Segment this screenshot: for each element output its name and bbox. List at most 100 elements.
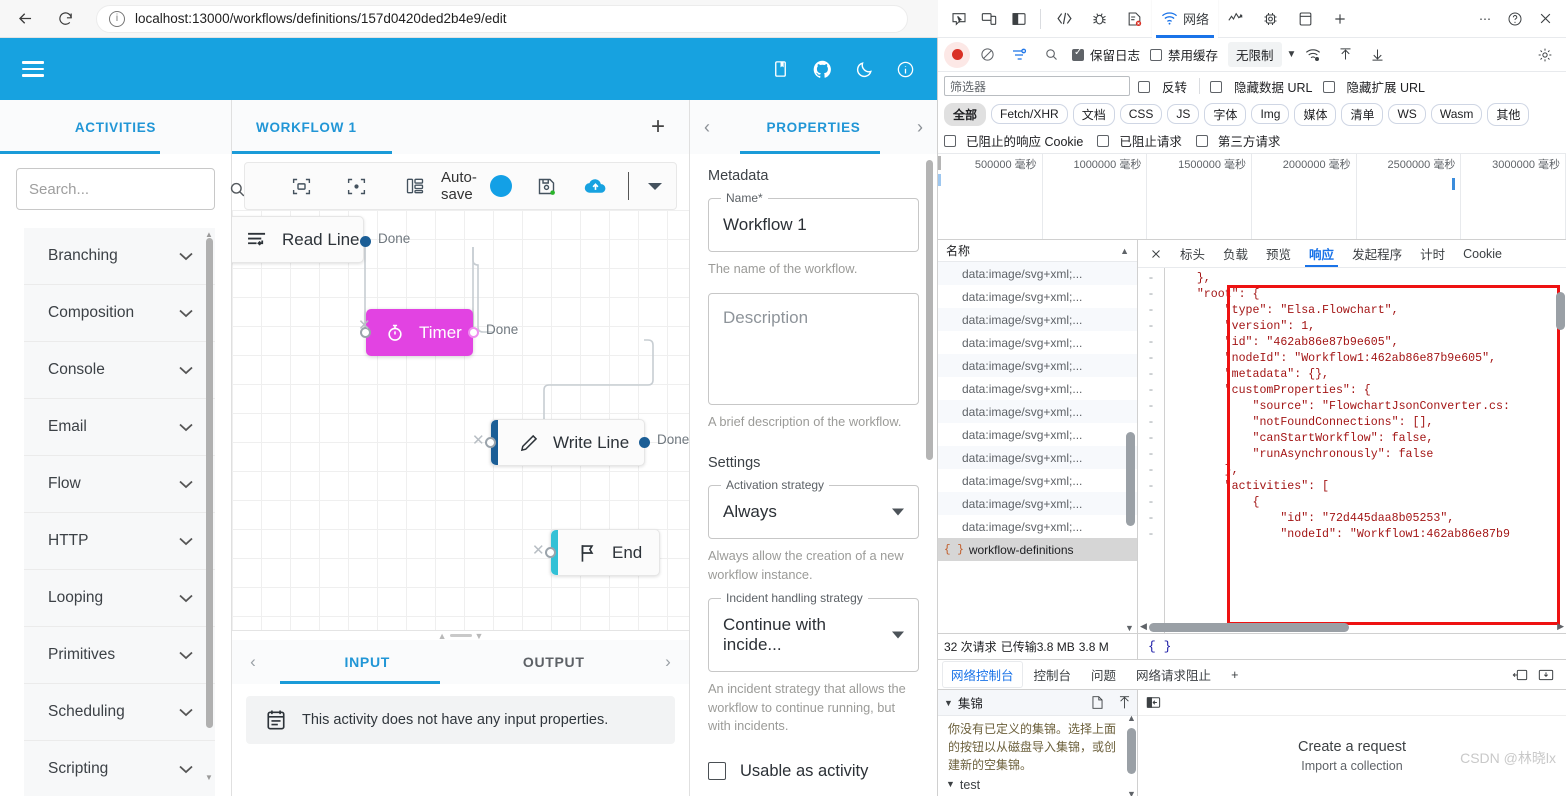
tab-network-console[interactable]: 网络控制台: [942, 661, 1023, 688]
fold-marker[interactable]: -: [1138, 495, 1164, 511]
fold-marker[interactable]: -: [1138, 367, 1164, 383]
scroll-right-arrow-icon[interactable]: ▶: [1555, 622, 1566, 632]
scroll-down-arrow-icon[interactable]: ▼: [1127, 789, 1136, 796]
scrollbar-thumb[interactable]: [1126, 432, 1135, 526]
json-vertical-scrollbar[interactable]: [1556, 270, 1565, 619]
filter-fetch-xhr[interactable]: Fetch/XHR: [991, 104, 1068, 124]
fold-marker[interactable]: -: [1138, 287, 1164, 303]
table-row[interactable]: data:image/svg+xml;...: [938, 285, 1137, 308]
collections-header[interactable]: ▼ 集锦: [938, 690, 1137, 716]
usable-as-activity-row[interactable]: Usable as activity: [708, 762, 919, 781]
import-collection-icon[interactable]: [1512, 668, 1528, 682]
response-json-viewer[interactable]: -- -- -- -- -- -- -- -- - }, "root": { "…: [1138, 268, 1566, 633]
reload-icon[interactable]: [50, 4, 80, 34]
tab-output[interactable]: OUTPUT: [461, 654, 648, 670]
table-row[interactable]: data:image/svg+xml;...: [938, 377, 1137, 400]
json-horizontal-scrollbar[interactable]: ◀ ▶: [1138, 621, 1566, 633]
sidebar-item-email[interactable]: Email: [24, 399, 215, 456]
grip-down-arrow[interactable]: ▼: [475, 631, 484, 641]
chevron-down-icon[interactable]: [648, 182, 662, 191]
description-placeholder[interactable]: Description: [709, 294, 918, 342]
triangle-down-icon[interactable]: ▼: [946, 779, 955, 789]
center-canvas-icon[interactable]: [346, 176, 367, 197]
filter-ws[interactable]: WS: [1388, 104, 1425, 124]
filter-manifest[interactable]: 清单: [1341, 103, 1383, 126]
disconnect-icon[interactable]: ✕: [358, 316, 371, 334]
tab-memory[interactable]: [1253, 0, 1288, 38]
workflow-canvas[interactable]: Read Line Done Timer ✕ Done: [232, 210, 689, 630]
node-end[interactable]: End: [550, 529, 660, 576]
export-har-icon[interactable]: [1362, 40, 1392, 70]
fold-marker[interactable]: -: [1138, 335, 1164, 351]
invert-checkbox[interactable]: [1138, 79, 1150, 93]
chevron-down-icon[interactable]: [179, 252, 193, 261]
filter-wasm[interactable]: Wasm: [1431, 104, 1483, 124]
port-out-write-line[interactable]: [639, 437, 650, 448]
tab-application[interactable]: [1288, 0, 1323, 38]
scroll-down-arrow-icon[interactable]: ▼: [1125, 623, 1134, 633]
add-panel-icon[interactable]: [1323, 0, 1357, 38]
save-disk-icon[interactable]: [536, 176, 557, 197]
chevron-down-icon[interactable]: [179, 651, 193, 660]
chevron-right-icon[interactable]: ›: [917, 117, 923, 138]
chevron-down-icon[interactable]: [892, 509, 904, 516]
address-bar[interactable]: i localhost:13000/workflows/definitions/…: [96, 5, 908, 33]
port-out-read-line[interactable]: [360, 236, 371, 247]
request-list-header[interactable]: 名称 ▲: [938, 240, 1137, 262]
inspect-element-icon[interactable]: [944, 4, 974, 34]
fold-marker[interactable]: -: [1138, 447, 1164, 463]
usable-as-activity-checkbox[interactable]: [708, 762, 726, 780]
help-circle-icon[interactable]: [1500, 4, 1530, 34]
tab-initiator[interactable]: 发起程序: [1344, 241, 1410, 266]
chevron-down-icon[interactable]: [892, 632, 904, 639]
tab-network[interactable]: 网络: [1152, 0, 1218, 38]
dock-side-icon[interactable]: [1004, 4, 1034, 34]
search-box[interactable]: [16, 168, 215, 210]
node-write-line[interactable]: Write Line: [490, 419, 645, 466]
fold-marker[interactable]: -: [1138, 511, 1164, 527]
hide-data-url-checkbox[interactable]: [1210, 79, 1222, 93]
hamburger-menu-icon[interactable]: [22, 61, 44, 76]
table-row[interactable]: data:image/svg+xml;...: [938, 446, 1137, 469]
panel-resize-grip[interactable]: ▲ ▼: [232, 631, 689, 640]
sidebar-item-console[interactable]: Console: [24, 342, 215, 399]
tab-activities[interactable]: ACTIVITIES: [0, 100, 231, 154]
fold-marker[interactable]: -: [1138, 271, 1164, 287]
chevron-down-icon[interactable]: [179, 765, 193, 774]
scroll-down-arrow-icon[interactable]: ▼: [205, 773, 213, 782]
tab-properties[interactable]: PROPERTIES: [710, 120, 917, 135]
fold-marker[interactable]: -: [1138, 303, 1164, 319]
hide-ext-url-checkbox[interactable]: [1323, 79, 1335, 93]
scroll-left-arrow-icon[interactable]: ◀: [1138, 622, 1149, 632]
disable-cache-checkbox[interactable]: [1150, 48, 1162, 62]
fold-marker[interactable]: -: [1138, 319, 1164, 335]
filter-js[interactable]: JS: [1167, 104, 1199, 124]
filter-input[interactable]: 筛选器: [944, 76, 1130, 96]
dark-mode-moon-icon[interactable]: [855, 60, 874, 79]
collections-scrollbar[interactable]: ▲ ▼: [1127, 716, 1136, 796]
create-request-label[interactable]: Create a request: [1298, 739, 1406, 755]
tab-headers[interactable]: 标头: [1172, 241, 1213, 266]
filter-img[interactable]: Img: [1251, 104, 1289, 124]
tab-performance[interactable]: [1218, 0, 1253, 38]
fold-marker[interactable]: -: [1138, 431, 1164, 447]
autosave-toggle[interactable]: [497, 178, 508, 194]
table-row[interactable]: data:image/svg+xml;...: [938, 400, 1137, 423]
sidebar-item-flow[interactable]: Flow: [24, 456, 215, 513]
filter-media[interactable]: 媒体: [1294, 103, 1336, 126]
fold-marker[interactable]: -: [1138, 527, 1164, 543]
scrollbar-thumb[interactable]: [1149, 623, 1349, 632]
sidebar-item-primitives[interactable]: Primitives: [24, 627, 215, 684]
request-list-scrollbar[interactable]: ▼: [1126, 264, 1135, 631]
sort-ascending-icon[interactable]: ▲: [1120, 246, 1129, 256]
chevron-down-icon[interactable]: [179, 366, 193, 375]
third-party-checkbox[interactable]: [1196, 134, 1208, 148]
chevron-down-icon[interactable]: [179, 309, 193, 318]
fold-marker[interactable]: -: [1138, 399, 1164, 415]
tab-timing[interactable]: 计时: [1412, 241, 1453, 266]
scrollbar-thumb[interactable]: [926, 160, 933, 460]
pretty-print-toggle[interactable]: { }: [1138, 639, 1566, 654]
tab-console[interactable]: 控制台: [1025, 661, 1081, 688]
chevron-down-icon[interactable]: [179, 594, 193, 603]
collection-item-test[interactable]: ▼ test: [938, 776, 1137, 796]
